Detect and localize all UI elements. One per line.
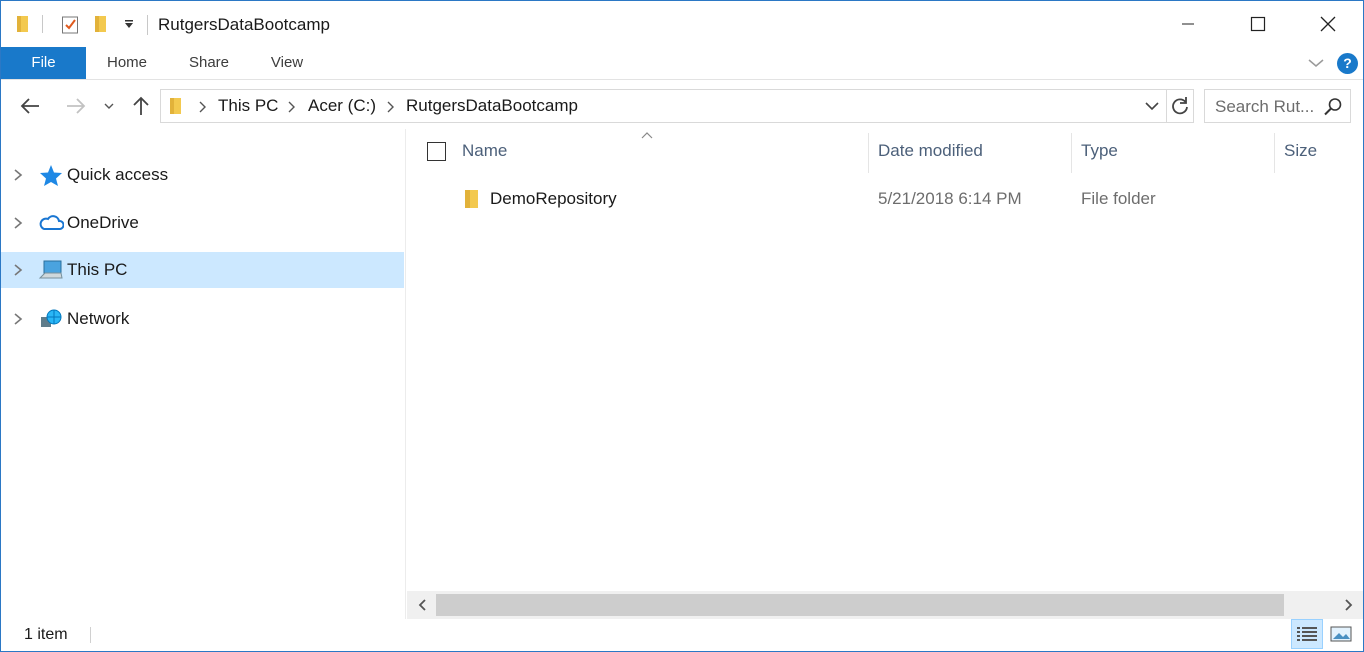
chevron-right-icon[interactable] (12, 168, 24, 182)
item-count: 1 item (24, 626, 68, 643)
ribbon-tabs: File Home Share View ? (1, 47, 1363, 80)
star-icon (40, 165, 62, 186)
details-view-button[interactable] (1291, 619, 1323, 649)
forward-button[interactable] (63, 93, 89, 119)
nav-label: Network (67, 309, 130, 328)
chevron-down-icon (104, 103, 114, 109)
new-folder-icon[interactable] (91, 13, 111, 35)
search-box[interactable]: Search Rut... (1204, 89, 1351, 123)
back-arrow-icon (20, 98, 39, 114)
network-icon (41, 309, 62, 327)
chevron-right-icon[interactable] (12, 312, 24, 326)
refresh-icon (1172, 97, 1188, 115)
computer-icon (38, 260, 63, 279)
minimize-icon (1182, 23, 1194, 25)
file-type: File folder (1081, 189, 1156, 208)
column-header-size[interactable]: Size (1284, 141, 1317, 161)
breadcrumb-current-folder[interactable]: RutgersDataBootcamp (406, 96, 578, 116)
chevron-left-icon (418, 599, 426, 611)
details-view-icon (1297, 627, 1317, 641)
folder-icon[interactable] (13, 13, 33, 35)
qa-divider (42, 15, 43, 33)
expand-ribbon-icon[interactable] (1307, 55, 1325, 71)
column-header-name[interactable]: Name (462, 141, 507, 161)
breadcrumb-this-pc[interactable]: This PC (218, 96, 278, 116)
chevron-right-icon[interactable] (12, 263, 24, 277)
address-bar[interactable]: This PC Acer (C:) RutgersDataBootcamp (160, 89, 1194, 123)
nav-item-quick-access[interactable]: Quick access (1, 157, 404, 193)
scroll-right-button[interactable] (1342, 597, 1356, 613)
sort-ascending-icon (641, 132, 653, 139)
file-date-modified: 5/21/2018 6:14 PM (878, 189, 1022, 208)
status-divider (90, 627, 91, 643)
column-header-type[interactable]: Type (1081, 141, 1118, 161)
address-history-dropdown[interactable] (1144, 99, 1160, 118)
close-icon (1320, 16, 1336, 32)
chevron-right-icon[interactable] (12, 216, 24, 230)
chevron-down-icon (1145, 102, 1159, 111)
maximize-button[interactable] (1223, 1, 1293, 47)
nav-item-onedrive[interactable]: OneDrive (1, 205, 404, 241)
tab-home[interactable]: Home (97, 47, 157, 79)
forward-arrow-icon (67, 98, 86, 114)
breadcrumb-acer-drive[interactable]: Acer (C:) (308, 96, 376, 116)
tab-file[interactable]: File (1, 47, 86, 79)
up-arrow-icon (133, 96, 149, 115)
title-divider (147, 15, 148, 35)
customize-dropdown-icon[interactable] (120, 13, 138, 35)
breadcrumb-separator-icon (387, 101, 394, 113)
search-icon[interactable] (1323, 97, 1343, 122)
scrollbar-thumb[interactable] (436, 594, 1284, 616)
column-divider[interactable] (1274, 133, 1275, 173)
up-button[interactable] (128, 93, 154, 119)
close-button[interactable] (1293, 1, 1363, 47)
status-bar: 1 item (1, 619, 1363, 651)
nav-label: Quick access (67, 165, 169, 184)
address-divider (1166, 90, 1167, 122)
title-bar: RutgersDataBootcamp (1, 1, 1363, 47)
nav-label: This PC (67, 260, 128, 279)
nav-label: OneDrive (67, 213, 139, 232)
table-row[interactable]: DemoRepository 5/21/2018 6:14 PM File fo… (407, 179, 1357, 219)
horizontal-scrollbar[interactable] (407, 591, 1363, 619)
large-icons-view-icon (1330, 626, 1352, 642)
navigation-pane: Quick access OneDrive This PC Network (1, 129, 406, 619)
file-explorer-window: RutgersDataBootcamp File Home Share View… (0, 0, 1364, 652)
column-header-date-modified[interactable]: Date modified (878, 141, 983, 161)
window-title: RutgersDataBootcamp (158, 15, 330, 34)
large-icons-view-button[interactable] (1325, 619, 1357, 649)
chevron-right-icon (1345, 599, 1353, 611)
column-divider[interactable] (868, 133, 869, 173)
scroll-left-button[interactable] (415, 597, 429, 613)
refresh-button[interactable] (1170, 96, 1190, 121)
cloud-icon (39, 215, 64, 230)
folder-icon (465, 190, 478, 208)
column-divider[interactable] (1071, 133, 1072, 173)
nav-item-network[interactable]: Network (1, 301, 404, 337)
maximize-icon (1250, 16, 1266, 32)
select-all-checkbox[interactable] (427, 142, 446, 161)
tab-share[interactable]: Share (179, 47, 239, 79)
folder-icon (168, 96, 184, 121)
properties-icon[interactable] (59, 13, 81, 35)
recent-locations-button[interactable] (98, 93, 120, 119)
file-name[interactable]: DemoRepository (490, 189, 617, 209)
minimize-button[interactable] (1153, 1, 1223, 47)
breadcrumb-separator-icon (199, 101, 206, 113)
search-input[interactable]: Search Rut... (1215, 97, 1314, 117)
breadcrumb-separator-icon (288, 101, 295, 113)
tab-view[interactable]: View (259, 47, 315, 79)
file-list: Name Date modified Type Size DemoReposit… (407, 129, 1363, 591)
help-button[interactable]: ? (1337, 53, 1358, 74)
back-button[interactable] (17, 93, 43, 119)
nav-item-this-pc[interactable]: This PC (1, 252, 404, 288)
